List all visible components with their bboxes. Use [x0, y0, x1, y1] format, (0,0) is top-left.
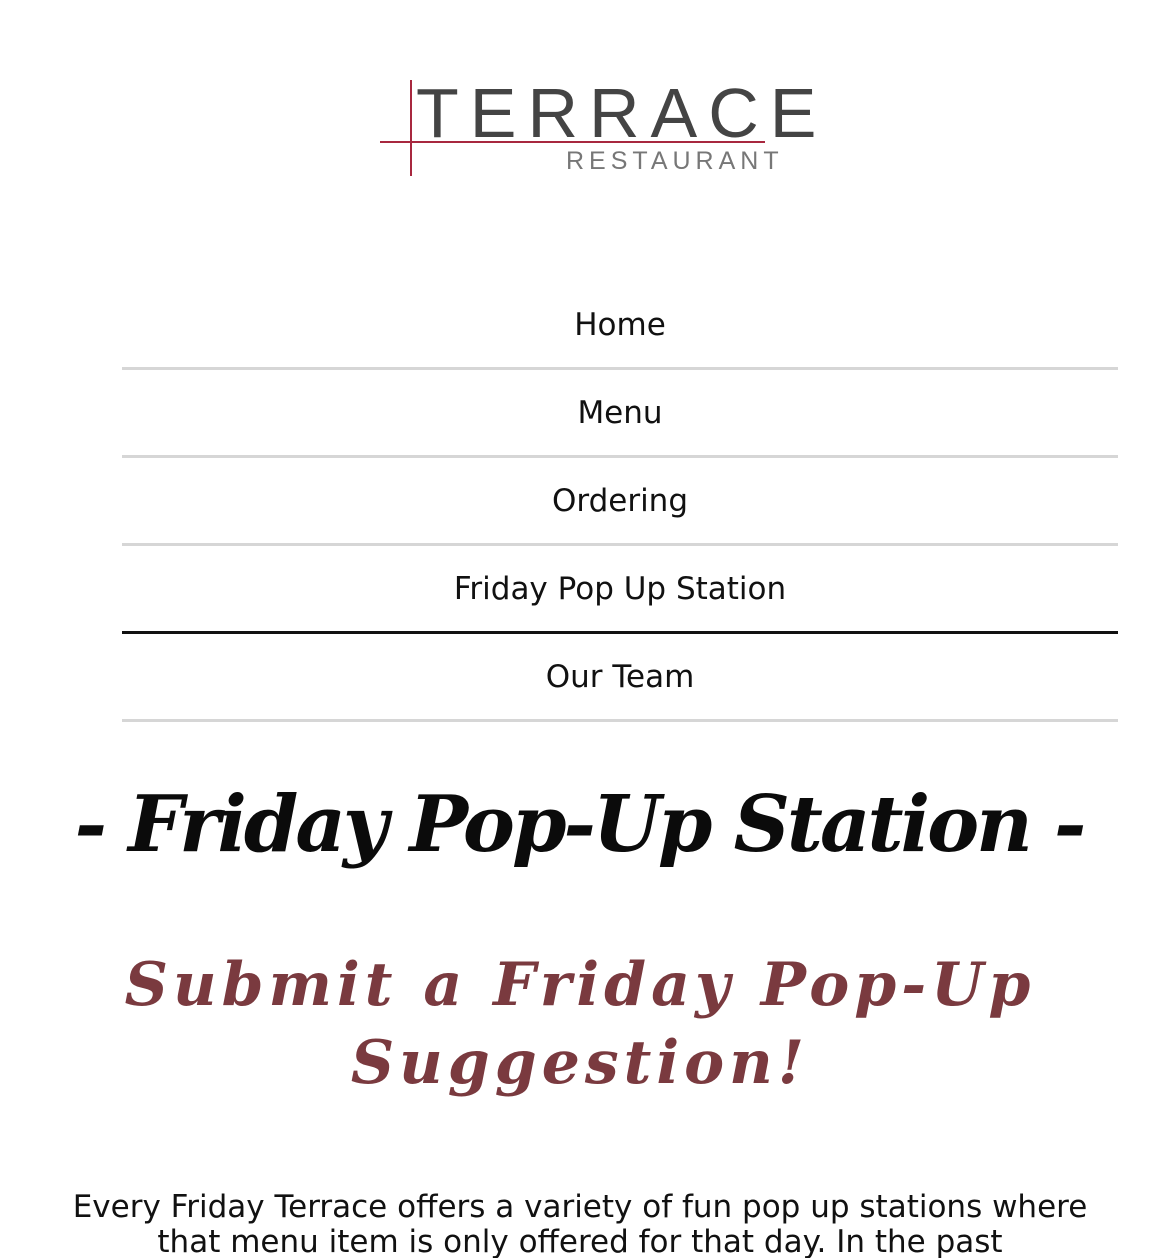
- logo-vertical-rule: [410, 80, 412, 176]
- intro-paragraph: Every Friday Terrace offers a variety of…: [72, 1189, 1088, 1258]
- terrace-restaurant-logo[interactable]: TERRACE RESTAURANT: [378, 78, 816, 178]
- nav-item-ordering[interactable]: Ordering: [122, 458, 1118, 546]
- page-title: - Friday Pop-Up Station -: [74, 779, 1087, 870]
- nav-item-our-team[interactable]: Our Team: [122, 634, 1118, 722]
- logo-title: TERRACE: [416, 74, 828, 152]
- main-navigation: Home Menu Ordering Friday Pop Up Station…: [122, 282, 1118, 722]
- nav-item-menu[interactable]: Menu: [122, 370, 1118, 458]
- logo-subtitle: RESTAURANT: [566, 147, 784, 175]
- nav-item-home[interactable]: Home: [122, 282, 1118, 370]
- submission-heading: Submit a Friday Pop-Up Suggestion!: [124, 950, 1036, 1098]
- nav-item-friday-pop-up-station[interactable]: Friday Pop Up Station: [122, 546, 1118, 634]
